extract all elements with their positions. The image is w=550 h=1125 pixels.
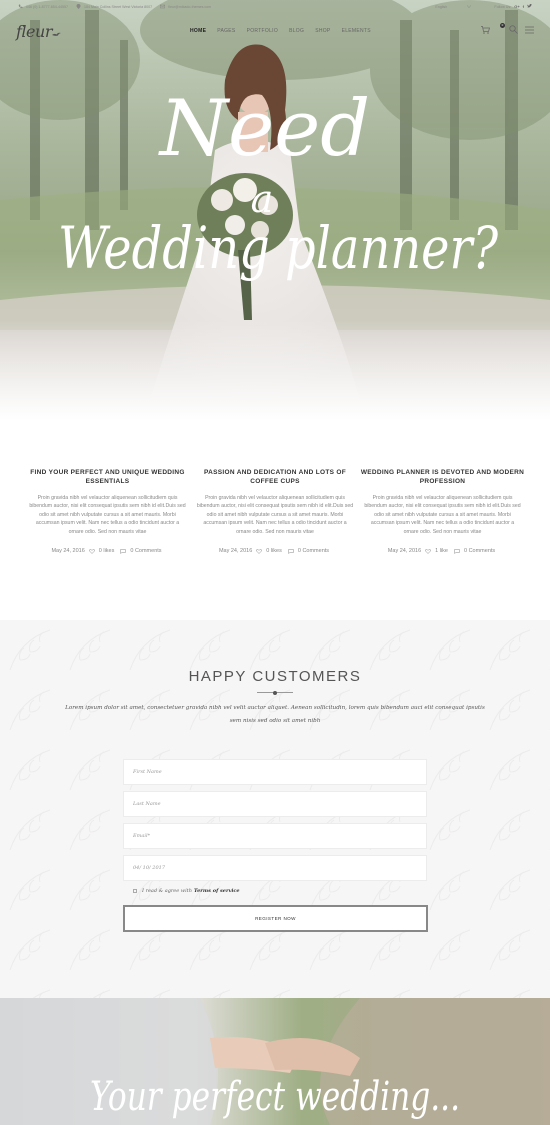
nav-portfolio[interactable]: PORTFOLIO xyxy=(247,28,279,34)
post-title[interactable]: FIND YOUR PERFECT AND UNIQUE WEDDING ESS… xyxy=(25,468,190,486)
email-text: fleur@mikado-themes.com xyxy=(168,4,212,9)
section-description: Lorem ipsum dolor sit amet, consectetuer… xyxy=(65,705,485,724)
banner-text: Your perfect wedding... xyxy=(90,1074,460,1120)
phone-number: 046 (0) 1-8777-654-44557 xyxy=(26,4,68,9)
date-value: 04/ 10/ 2017 xyxy=(133,865,165,871)
terms-checkbox[interactable] xyxy=(133,889,137,893)
comment-icon xyxy=(288,548,294,554)
menu-button[interactable] xyxy=(525,26,534,34)
logo-text: fleur xyxy=(16,21,52,41)
phone-icon xyxy=(18,4,23,9)
post-card: WEDDING PLANNER IS DEVOTED AND MODERN PR… xyxy=(360,460,525,554)
comment-icon xyxy=(454,548,460,554)
twitter-icon[interactable] xyxy=(527,4,532,9)
happy-customers-section: HAPPY CUSTOMERS Lorem ipsum dolor sit am… xyxy=(0,620,550,998)
post-excerpt: Proin gravida nibh vel velauctor aliquen… xyxy=(196,495,354,535)
likes-count: 0 likes xyxy=(98,548,115,555)
top-bar: 046 (0) 1-8777-654-44557 184 Main Collin… xyxy=(0,0,550,13)
main-nav: HOME PAGES PORTFOLIO BLOG SHOP ELEMENTS xyxy=(190,13,382,49)
hero-section: Need a Wedding planner? xyxy=(0,0,550,420)
heart-icon xyxy=(88,548,95,554)
address-text: 184 Main Collins Street West Victoria 80… xyxy=(83,4,153,9)
cart-button[interactable]: 0 xyxy=(481,22,505,34)
nav-elements[interactable]: ELEMENTS xyxy=(342,28,371,34)
comments-count: 0 Comments xyxy=(130,548,162,555)
language-value: English xyxy=(435,4,448,9)
nav-pages[interactable]: PAGES xyxy=(217,28,235,34)
post-title[interactable]: PASSION AND DEDICATION AND LOTS OF COFFE… xyxy=(193,468,358,486)
hamburger-icon xyxy=(525,26,534,33)
nav-shop[interactable]: SHOP xyxy=(315,28,330,34)
last-name-placeholder: Last Name xyxy=(133,801,161,807)
facebook-icon[interactable]: f xyxy=(523,4,524,9)
date-field[interactable]: 04/ 10/ 2017 xyxy=(123,855,427,881)
comment-icon xyxy=(120,548,127,554)
likes-count: 0 likes xyxy=(266,548,282,555)
terms-row: I read & agree with Terms of service xyxy=(133,888,240,894)
blog-posts: FIND YOUR PERFECT AND UNIQUE WEDDING ESS… xyxy=(0,460,550,554)
likes-button[interactable]: 0 likes xyxy=(256,548,284,554)
first-name-placeholder: First Name xyxy=(133,769,162,775)
terms-text: I read & agree with xyxy=(142,888,192,894)
heart-icon xyxy=(256,548,263,554)
nav-blog[interactable]: BLOG xyxy=(289,28,304,34)
post-meta: May 24, 2016 0 likes 0 Comments xyxy=(25,548,190,554)
likes-button[interactable]: 1 like xyxy=(425,548,450,554)
social-follow: Follow Us: G+ f xyxy=(491,4,532,9)
section-title: HAPPY CUSTOMERS xyxy=(188,668,362,685)
hero-line-1: Need xyxy=(158,84,371,174)
email-placeholder: Email* xyxy=(133,833,151,839)
register-button[interactable]: REGISTER NOW xyxy=(123,905,428,932)
heart-icon xyxy=(425,548,432,554)
hero-line-3: Wedding planner? xyxy=(58,214,499,282)
post-date[interactable]: May 24, 2016 xyxy=(51,548,84,554)
hero-headline: Need a Wedding planner? xyxy=(58,84,499,282)
follow-label: Follow Us: xyxy=(494,4,512,9)
comments-link[interactable]: 0 Comments xyxy=(288,548,331,554)
post-date[interactable]: May 24, 2016 xyxy=(388,548,421,554)
likes-count: 1 like xyxy=(435,548,448,555)
bottom-banner: Your perfect wedding... xyxy=(0,998,550,1125)
language-select[interactable]: English xyxy=(435,4,472,9)
logo[interactable]: fleur xyxy=(16,22,61,41)
location-pin-icon xyxy=(76,4,81,9)
banner-photo: Your perfect wedding... xyxy=(0,998,550,1125)
terms-link[interactable]: Terms of service xyxy=(194,888,240,894)
search-button[interactable] xyxy=(509,25,518,34)
comments-count: 0 Comments xyxy=(297,548,330,555)
nav-home[interactable]: HOME xyxy=(190,28,206,34)
chevron-down-icon xyxy=(467,5,472,8)
site-header: fleur HOME PAGES PORTFOLIO BLOG SHOP ELE… xyxy=(0,13,550,49)
post-excerpt: Proin gravida nibh vel velauctor aliquen… xyxy=(29,495,186,535)
post-meta: May 24, 2016 1 like 0 Comments xyxy=(360,548,525,554)
likes-button[interactable]: 0 likes xyxy=(88,548,117,555)
mail-icon xyxy=(160,4,166,9)
post-meta: May 24, 2016 0 likes 0 Comments xyxy=(193,548,358,554)
post-card: FIND YOUR PERFECT AND UNIQUE WEDDING ESS… xyxy=(25,460,190,554)
post-date[interactable]: May 24, 2016 xyxy=(219,548,252,554)
address-info: 184 Main Collins Street West Victoria 80… xyxy=(76,4,152,9)
email-field[interactable]: Email* xyxy=(123,823,427,849)
post-card: PASSION AND DEDICATION AND LOTS OF COFFE… xyxy=(193,460,358,554)
bird-icon xyxy=(51,32,61,36)
search-icon xyxy=(509,25,518,34)
post-excerpt: Proin gravida nibh vel velauctor aliquen… xyxy=(364,495,521,535)
comments-link[interactable]: 0 Comments xyxy=(120,548,163,554)
comments-count: 0 Comments xyxy=(463,548,496,555)
google-plus-icon[interactable]: G+ xyxy=(514,4,519,9)
divider-dot xyxy=(273,690,277,695)
first-name-field[interactable]: First Name xyxy=(123,759,427,785)
phone-info[interactable]: 046 (0) 1-8777-654-44557 xyxy=(18,4,68,9)
last-name-field[interactable]: Last Name xyxy=(123,791,427,817)
email-info[interactable]: fleur@mikado-themes.com xyxy=(160,4,211,9)
cart-icon xyxy=(481,25,490,34)
post-title[interactable]: WEDDING PLANNER IS DEVOTED AND MODERN PR… xyxy=(360,468,525,486)
comments-link[interactable]: 0 Comments xyxy=(454,548,497,554)
cart-count: 0 xyxy=(500,22,505,28)
